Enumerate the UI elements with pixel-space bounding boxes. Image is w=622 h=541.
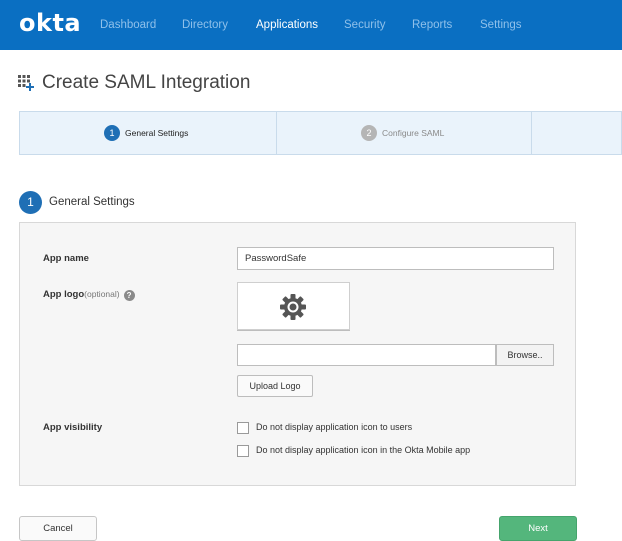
hide-icon-mobile-label[interactable]: Do not display application icon in the O… [256, 445, 470, 455]
page-title: Create SAML Integration [42, 72, 251, 93]
nav-reports[interactable]: Reports [412, 19, 452, 31]
general-settings-panel: App name PasswordSafe App logo(optional)… [19, 222, 576, 486]
nav-settings[interactable]: Settings [480, 19, 522, 31]
step-general-settings[interactable]: 1 General Settings [20, 112, 276, 154]
app-logo-label: App logo(optional)? [43, 289, 135, 301]
apps-add-icon [18, 75, 34, 91]
step-configure-saml[interactable]: 2 Configure SAML [276, 112, 532, 154]
hide-icon-mobile-checkbox[interactable] [237, 445, 249, 457]
help-icon[interactable]: ? [123, 290, 135, 301]
app-visibility-label: App visibility [43, 422, 103, 433]
upload-logo-button[interactable]: Upload Logo [237, 375, 313, 397]
cancel-button[interactable]: Cancel [19, 516, 97, 541]
next-button[interactable]: Next [499, 516, 577, 541]
top-navigation-bar: okta Dashboard Directory Applications Se… [0, 0, 622, 50]
hide-icon-users-label[interactable]: Do not display application icon to users [256, 422, 412, 432]
hide-icon-users-checkbox[interactable] [237, 422, 249, 434]
optional-hint: (optional) [84, 289, 120, 299]
app-name-label: App name [43, 253, 89, 264]
nav-dashboard[interactable]: Dashboard [100, 19, 156, 31]
nav-security[interactable]: Security [344, 19, 386, 31]
step-label: General Settings [125, 128, 189, 138]
app-logo-label-text: App logo [43, 289, 85, 300]
okta-logo[interactable]: okta [19, 9, 81, 37]
app-name-input[interactable]: PasswordSafe [237, 247, 554, 270]
logo-file-path-input[interactable] [237, 344, 496, 366]
nav-applications[interactable]: Applications [256, 19, 318, 31]
step-number: 2 [361, 125, 377, 141]
gear-icon [280, 294, 306, 320]
step-label: Configure SAML [382, 128, 445, 138]
step-number: 1 [104, 125, 120, 141]
browse-button[interactable]: Browse.. [496, 344, 554, 366]
logo-preview [237, 282, 350, 330]
wizard-steps: 1 General Settings 2 Configure SAML [19, 111, 622, 155]
section-title: General Settings [49, 196, 135, 208]
section-number: 1 [19, 191, 42, 214]
nav-directory[interactable]: Directory [182, 19, 228, 31]
